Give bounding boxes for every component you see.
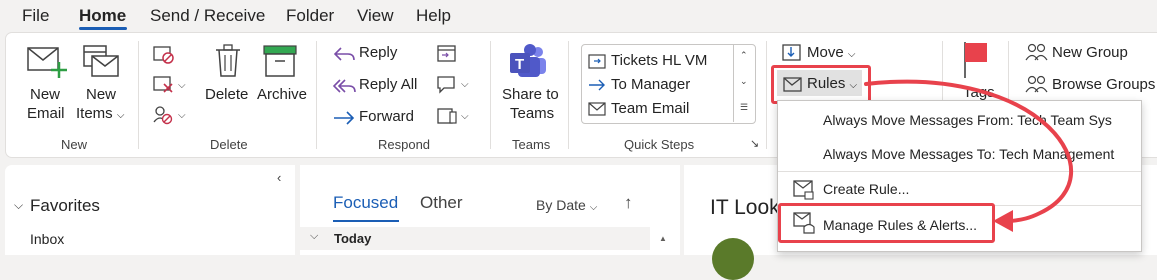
annotation-arrow bbox=[864, 79, 1073, 232]
